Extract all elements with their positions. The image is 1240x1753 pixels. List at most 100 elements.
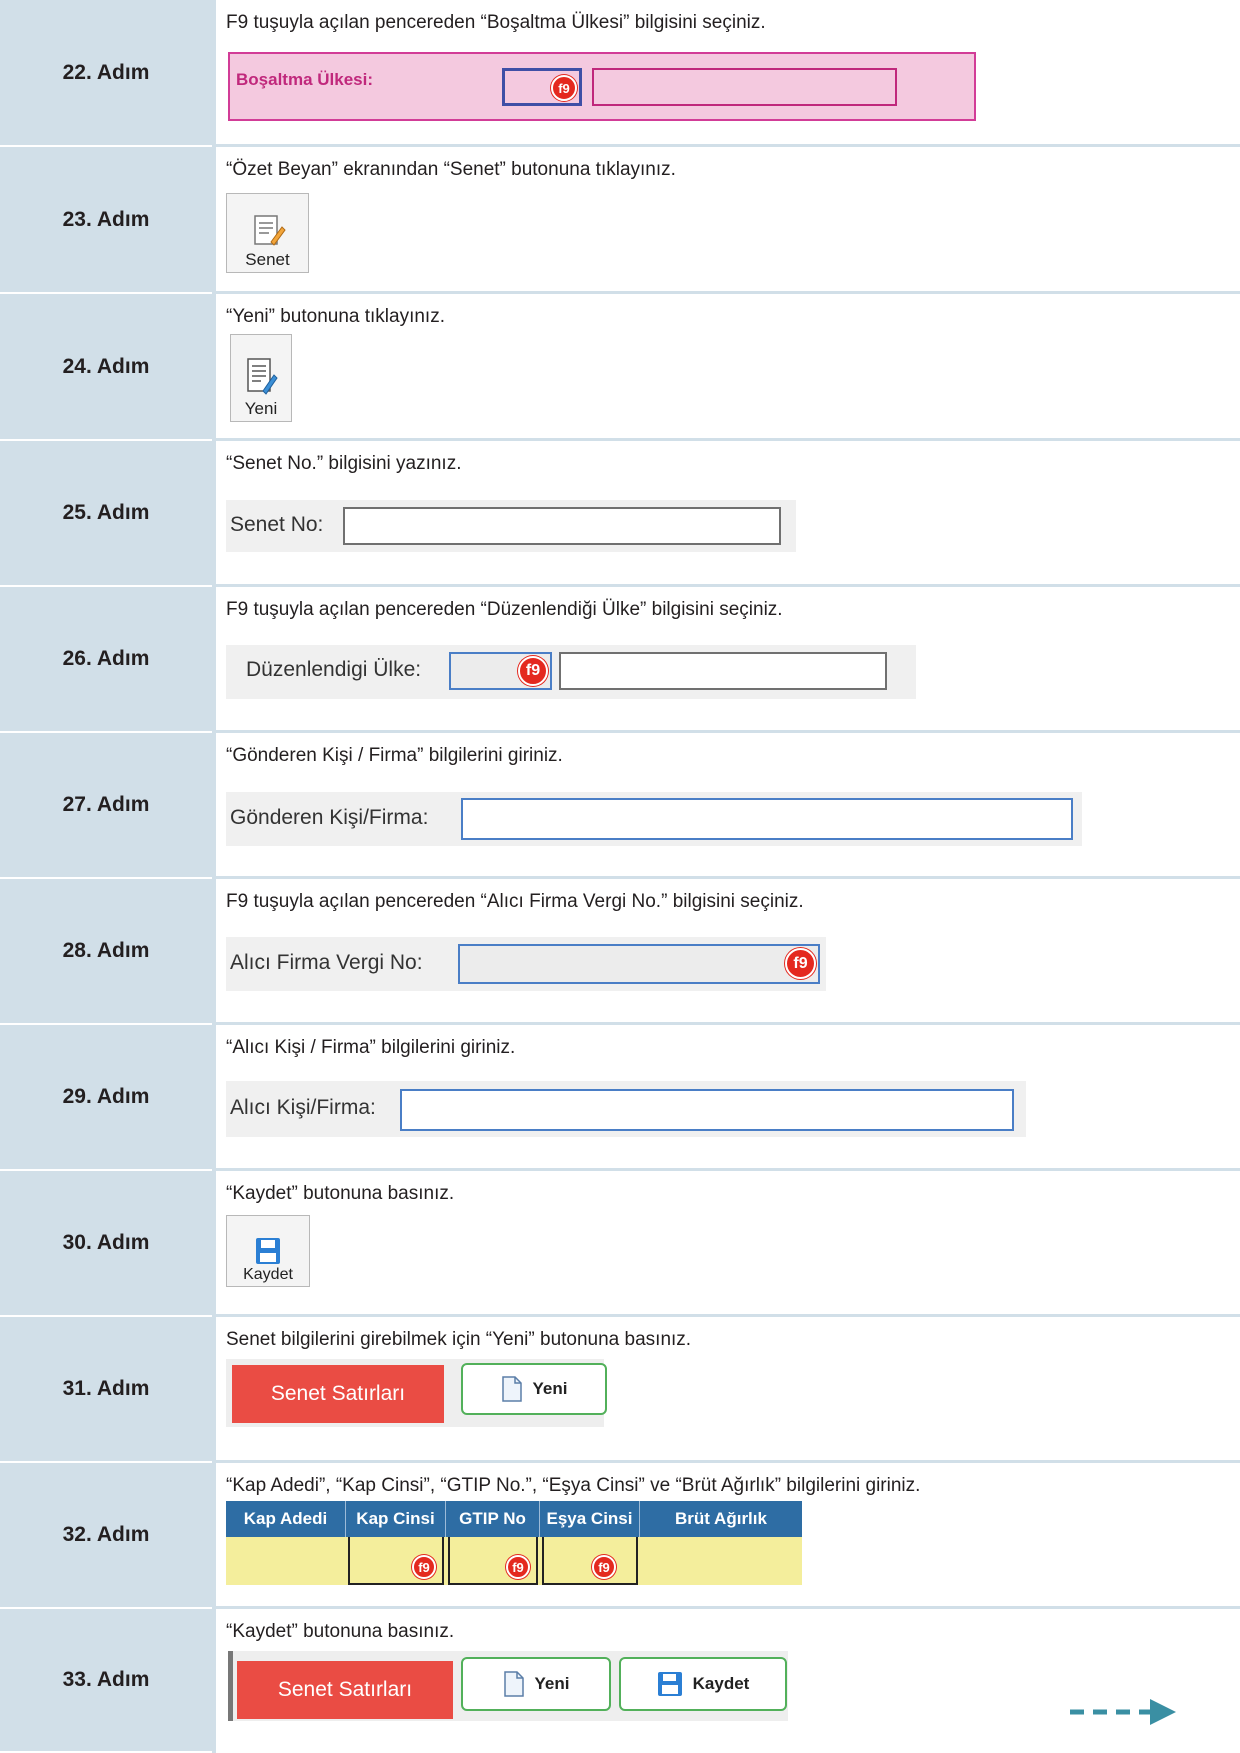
- button-label: Yeni: [534, 1674, 570, 1693]
- field-label: Boşaltma Ülkesi:: [236, 70, 373, 89]
- step-content: “Gönderen Kişi / Firma” bilgilerini giri…: [212, 733, 1240, 879]
- step-content: F9 tuşuyla açılan pencereden “Düzenlendi…: [212, 587, 1240, 733]
- floppy-disk-icon: [256, 1238, 280, 1264]
- step-row-25: 25. Adım “Senet No.” bilgisini yazınız. …: [0, 441, 1240, 587]
- step-instruction: “Senet No.” bilgisini yazınız.: [226, 453, 462, 474]
- step-content: “Senet No.” bilgisini yazınız. Senet No:: [212, 441, 1240, 587]
- f9-icon[interactable]: f9: [506, 1555, 530, 1579]
- column-header: Kap Adedi: [226, 1501, 346, 1537]
- step-instruction: F9 tuşuyla açılan pencereden “Boşaltma Ü…: [226, 12, 766, 33]
- yeni-button[interactable]: Yeni: [461, 1657, 611, 1711]
- field-label: Gönderen Kişi/Firma:: [230, 806, 429, 829]
- step-row-27: 27. Adım “Gönderen Kişi / Firma” bilgile…: [0, 733, 1240, 879]
- step-row-26: 26. Adım F9 tuşuyla açılan pencereden “D…: [0, 587, 1240, 733]
- step-label: 29. Adım: [0, 1025, 212, 1171]
- kap-cinsi-cell[interactable]: f9: [348, 1537, 444, 1585]
- country-code-input[interactable]: f9: [449, 652, 552, 690]
- brut-agirlik-cell[interactable]: [640, 1537, 802, 1585]
- senet-lines-grid: Kap Adedi Kap Cinsi GTIP No Eşya Cinsi B…: [226, 1501, 802, 1585]
- step-instruction: “Alıcı Kişi / Firma” bilgilerini giriniz…: [226, 1037, 516, 1058]
- country-name-input[interactable]: [592, 68, 897, 106]
- country-code-input[interactable]: f9: [502, 68, 582, 106]
- step-label: 30. Adım: [0, 1171, 212, 1317]
- document-edit-icon: [247, 358, 278, 395]
- step-label: 26. Adım: [0, 587, 212, 733]
- alici-firma-field-group: Alıcı Kişi/Firma:: [226, 1081, 1026, 1137]
- yeni-button[interactable]: Yeni: [461, 1363, 607, 1415]
- step-label: 28. Adım: [0, 879, 212, 1025]
- step-row-23: 23. Adım “Özet Beyan” ekranından “Senet”…: [0, 147, 1240, 294]
- tab-senet-satirlari[interactable]: Senet Satırları: [232, 1365, 444, 1423]
- button-label: Senet: [245, 250, 290, 269]
- alici-vergi-no-field-group: Alıcı Firma Vergi No: f9: [226, 937, 826, 991]
- f9-icon[interactable]: f9: [412, 1555, 436, 1579]
- step-row-32: 32. Adım “Kap Adedi”, “Kap Cinsi”, “GTIP…: [0, 1463, 1240, 1609]
- step-label: 24. Adım: [0, 294, 212, 441]
- step-label: 33. Adım: [0, 1609, 212, 1753]
- country-name-input[interactable]: [559, 652, 887, 690]
- step-row-24: 24. Adım “Yeni” butonuna tıklayınız. Yen…: [0, 294, 1240, 441]
- vergi-no-input[interactable]: f9: [458, 944, 820, 984]
- gonderen-input[interactable]: [461, 798, 1073, 840]
- step-content: “Alıcı Kişi / Firma” bilgilerini giriniz…: [212, 1025, 1240, 1171]
- continue-arrow-icon: [1070, 1699, 1176, 1725]
- gonderen-field-group: Gönderen Kişi/Firma:: [226, 792, 1082, 846]
- button-label: Yeni: [532, 1379, 568, 1398]
- document-icon: [503, 1671, 524, 1697]
- duzenlendigi-ulke-field-group: Düzenlendigi Ülke: f9: [226, 645, 916, 699]
- step-row-28: 28. Adım F9 tuşuyla açılan pencereden “A…: [0, 879, 1240, 1025]
- step-content: F9 tuşuyla açılan pencereden “Boşaltma Ü…: [212, 0, 1240, 147]
- f9-icon[interactable]: f9: [592, 1555, 616, 1579]
- step-instruction: “Yeni” butonuna tıklayınız.: [226, 306, 445, 327]
- step-row-30: 30. Adım “Kaydet” butonuna basınız. Kayd…: [0, 1171, 1240, 1317]
- esya-cinsi-cell[interactable]: f9: [542, 1537, 638, 1585]
- step-label: 23. Adım: [0, 147, 212, 294]
- f9-icon[interactable]: f9: [518, 656, 548, 686]
- field-label: Alıcı Firma Vergi No:: [230, 951, 423, 974]
- alici-firma-input[interactable]: [400, 1089, 1014, 1131]
- step-instruction: “Kaydet” butonuna basınız.: [226, 1183, 455, 1204]
- kaydet-button[interactable]: Kaydet: [619, 1657, 787, 1711]
- field-label: Alıcı Kişi/Firma:: [230, 1096, 376, 1119]
- step-content: “Kaydet” butonuna basınız. Senet Satırla…: [212, 1609, 1240, 1753]
- kap-adedi-cell[interactable]: [226, 1537, 346, 1585]
- document-edit-icon: [253, 215, 286, 246]
- field-label: Senet No:: [230, 513, 324, 536]
- step-instruction: “Kap Adedi”, “Kap Cinsi”, “GTIP No.”, “E…: [226, 1475, 921, 1496]
- step-row-31: 31. Adım Senet bilgilerini girebilmek iç…: [0, 1317, 1240, 1463]
- step-instruction: F9 tuşuyla açılan pencereden “Düzenlendi…: [226, 599, 783, 620]
- button-label: Kaydet: [692, 1674, 750, 1693]
- yeni-button[interactable]: Yeni: [230, 334, 292, 422]
- column-header: Eşya Cinsi: [540, 1501, 640, 1537]
- step-instruction: “Gönderen Kişi / Firma” bilgilerini giri…: [226, 745, 563, 766]
- step-label: 32. Adım: [0, 1463, 212, 1609]
- button-label: Kaydet: [243, 1266, 293, 1283]
- tab-senet-satirlari[interactable]: Senet Satırları: [237, 1661, 453, 1719]
- floppy-disk-icon: [657, 1672, 682, 1696]
- step-content: “Yeni” butonuna tıklayınız. Yeni: [212, 294, 1240, 441]
- column-header: GTIP No: [446, 1501, 540, 1537]
- grid-row: f9 f9 f9: [226, 1537, 802, 1585]
- step-instruction: F9 tuşuyla açılan pencereden “Alıcı Firm…: [226, 891, 804, 912]
- step-row-33: 33. Adım “Kaydet” butonuna basınız. Sene…: [0, 1609, 1240, 1753]
- grid-header: Kap Adedi Kap Cinsi GTIP No Eşya Cinsi B…: [226, 1501, 802, 1537]
- step-label: 22. Adım: [0, 0, 212, 147]
- kaydet-button[interactable]: Kaydet: [226, 1215, 310, 1287]
- step-instruction: “Özet Beyan” ekranından “Senet” butonuna…: [226, 159, 676, 180]
- step-content: “Özet Beyan” ekranından “Senet” butonuna…: [212, 147, 1240, 294]
- column-header: Brüt Ağırlık: [675, 1509, 767, 1528]
- senet-toolbar: Senet Satırları Yeni Kaydet: [228, 1651, 788, 1721]
- senet-toolbar: Senet Satırları Yeni: [226, 1359, 607, 1427]
- step-row-22: 22. Adım F9 tuşuyla açılan pencereden “B…: [0, 0, 1240, 147]
- senet-button[interactable]: Senet: [226, 193, 309, 273]
- senet-no-input[interactable]: [343, 507, 781, 545]
- step-content: “Kap Adedi”, “Kap Cinsi”, “GTIP No.”, “E…: [212, 1463, 1240, 1609]
- step-instruction: Senet bilgilerini girebilmek için “Yeni”…: [226, 1329, 692, 1350]
- document-icon: [501, 1376, 522, 1402]
- f9-icon[interactable]: f9: [785, 948, 816, 979]
- step-label: 27. Adım: [0, 733, 212, 879]
- column-header: Kap Cinsi: [346, 1501, 446, 1537]
- f9-icon[interactable]: f9: [551, 75, 577, 101]
- gtip-no-cell[interactable]: f9: [448, 1537, 538, 1585]
- button-label: Yeni: [244, 399, 278, 418]
